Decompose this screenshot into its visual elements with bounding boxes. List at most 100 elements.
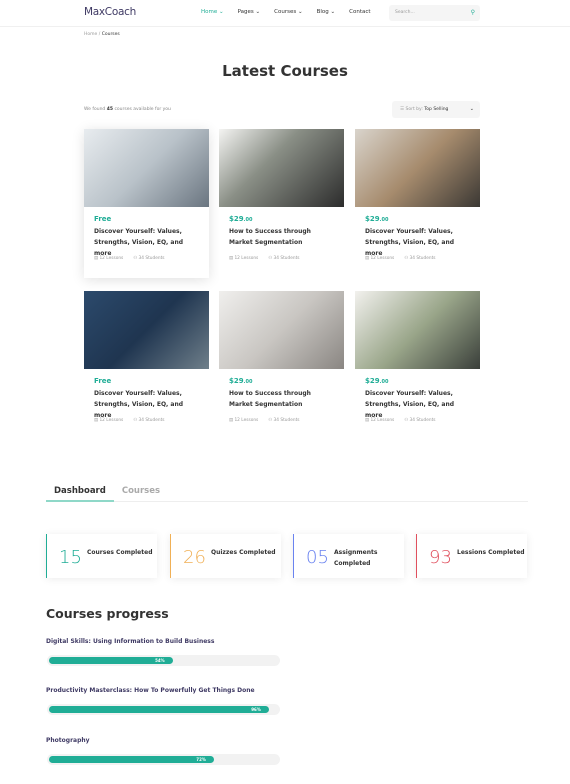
course-title[interactable]: How to Success through Market Segmentati… bbox=[229, 388, 334, 410]
students-count: 34 Students bbox=[273, 256, 300, 261]
price-main: $29 bbox=[229, 215, 244, 223]
found-post: courses available for you bbox=[114, 107, 171, 112]
nav-courses[interactable]: Courses ⌄ bbox=[274, 9, 302, 15]
progress-fill: 54% bbox=[49, 657, 173, 664]
course-image[interactable] bbox=[219, 291, 344, 369]
progress-percent: 54% bbox=[155, 658, 165, 663]
file-icon: ▤ bbox=[365, 256, 370, 261]
file-icon: ▤ bbox=[365, 418, 370, 423]
lessons-count: 12 Lessons bbox=[370, 256, 395, 261]
search-placeholder: Search... bbox=[395, 10, 415, 15]
progress-fill: 96% bbox=[49, 706, 269, 713]
course-price: Free bbox=[94, 215, 209, 223]
stat-card: 05 Assignments Completed bbox=[293, 534, 404, 578]
price-main: $29 bbox=[229, 377, 244, 385]
course-price: $29.00 bbox=[365, 215, 480, 223]
search-icon[interactable]: ⚲ bbox=[471, 9, 475, 16]
lessons: ▤ 12 Lessons bbox=[94, 256, 123, 261]
course-card[interactable]: $29.00 Discover Yourself: Values, Streng… bbox=[355, 129, 480, 278]
course-image[interactable] bbox=[355, 129, 480, 207]
sort-icon: ☰ bbox=[400, 107, 405, 112]
students-count: 34 Students bbox=[273, 418, 300, 423]
lessons: ▤ 12 Lessons bbox=[229, 418, 258, 423]
progress-percent: 72% bbox=[196, 757, 206, 762]
course-image[interactable] bbox=[355, 291, 480, 369]
user-icon: ⚇ bbox=[404, 418, 409, 423]
nav-blog[interactable]: Blog ⌄ bbox=[317, 9, 336, 15]
user-icon: ⚇ bbox=[133, 256, 138, 261]
course-title[interactable]: Discover Yourself: Values, Strengths, Vi… bbox=[94, 388, 199, 419]
lessons: ▤ 12 Lessons bbox=[94, 418, 123, 423]
lessons-count: 12 Lessons bbox=[234, 256, 259, 261]
course-image[interactable] bbox=[84, 291, 209, 369]
breadcrumb-current: Courses bbox=[101, 32, 120, 37]
price-cents: .00 bbox=[379, 217, 389, 223]
students-count: 34 Students bbox=[409, 256, 436, 261]
chevron-down-icon: ⌄ bbox=[469, 106, 474, 112]
students-count: 34 Students bbox=[138, 256, 165, 261]
stat-label: Lessions Completed bbox=[457, 549, 525, 556]
file-icon: ▤ bbox=[229, 418, 234, 423]
lessons-count: 12 Lessons bbox=[99, 256, 124, 261]
logo[interactable]: MaxCoach bbox=[84, 6, 136, 18]
lessons: ▤ 12 Lessons bbox=[365, 256, 394, 261]
user-icon: ⚇ bbox=[268, 256, 273, 261]
price-main: $29 bbox=[365, 377, 380, 385]
sort-value: Top Selling bbox=[424, 107, 449, 112]
nav-label: Blog bbox=[316, 9, 329, 15]
course-title[interactable]: Discover Yourself: Values, Strengths, Vi… bbox=[365, 388, 470, 419]
price-cents: .00 bbox=[243, 379, 253, 385]
nav-home[interactable]: Home ⌄ bbox=[201, 9, 224, 15]
stat-card: 26 Quizzes Completed bbox=[170, 534, 281, 578]
breadcrumb: Home / Courses bbox=[84, 32, 120, 37]
students: ⚇ 34 Students bbox=[133, 256, 164, 261]
nav-label: Pages bbox=[237, 9, 254, 15]
found-pre: We found bbox=[84, 107, 106, 112]
course-card[interactable]: $29.00 Discover Yourself: Values, Streng… bbox=[355, 291, 480, 440]
course-title[interactable]: How to Success through Market Segmentati… bbox=[229, 226, 334, 248]
sort-label: Sort by: bbox=[405, 107, 423, 112]
course-title[interactable]: Discover Yourself: Values, Strengths, Vi… bbox=[365, 226, 470, 257]
tab-courses[interactable]: Courses bbox=[114, 486, 168, 502]
course-title[interactable]: Discover Yourself: Values, Strengths, Vi… bbox=[94, 226, 199, 257]
progress-course-name: Digital Skills: Using Information to Bui… bbox=[46, 638, 215, 645]
lessons: ▤ 12 Lessons bbox=[229, 256, 258, 261]
lessons-count: 12 Lessons bbox=[370, 418, 395, 423]
price-cents: .00 bbox=[379, 379, 389, 385]
stat-card: 15 Courses Completed bbox=[46, 534, 157, 578]
stat-number: 93 bbox=[429, 547, 452, 568]
search-input[interactable]: Search... ⚲ bbox=[389, 5, 480, 21]
course-image[interactable] bbox=[84, 129, 209, 207]
price-cents: .00 bbox=[243, 217, 253, 223]
stat-card: 93 Lessions Completed bbox=[416, 534, 527, 578]
header: MaxCoach Home ⌄ Pages ⌄ Courses ⌄ Blog ⌄… bbox=[0, 0, 570, 27]
course-card[interactable]: $29.00 How to Success through Market Seg… bbox=[219, 291, 344, 440]
progress-bar: 96% bbox=[47, 704, 280, 715]
course-price: Free bbox=[94, 377, 209, 385]
lessons-count: 12 Lessons bbox=[99, 418, 124, 423]
course-image[interactable] bbox=[219, 129, 344, 207]
results-count: We found 45 courses available for you bbox=[84, 107, 171, 112]
stat-number: 05 bbox=[306, 547, 329, 568]
nav-contact[interactable]: Contact bbox=[349, 9, 370, 15]
tab-dashboard[interactable]: Dashboard bbox=[46, 486, 114, 502]
price-main: $29 bbox=[365, 215, 380, 223]
stat-number: 26 bbox=[183, 547, 206, 568]
breadcrumb-home[interactable]: Home bbox=[84, 32, 97, 37]
course-card[interactable]: Free Discover Yourself: Values, Strength… bbox=[84, 291, 209, 440]
students: ⚇ 34 Students bbox=[404, 256, 435, 261]
file-icon: ▤ bbox=[94, 256, 99, 261]
course-price: $29.00 bbox=[365, 377, 480, 385]
nav-label: Home bbox=[201, 9, 218, 15]
students-count: 34 Students bbox=[409, 418, 436, 423]
progress-bar: 72% bbox=[47, 754, 280, 765]
file-icon: ▤ bbox=[94, 418, 99, 423]
nav-pages[interactable]: Pages ⌄ bbox=[238, 9, 261, 15]
progress-percent: 96% bbox=[251, 707, 261, 712]
stat-label: Quizzes Completed bbox=[211, 549, 276, 556]
course-card[interactable]: $29.00 How to Success through Market Seg… bbox=[219, 129, 344, 278]
sort-select[interactable]: ☰ Sort by: Top Selling ⌄ bbox=[392, 101, 480, 118]
course-card[interactable]: Free Discover Yourself: Values, Strength… bbox=[84, 129, 209, 278]
stat-number: 15 bbox=[59, 547, 82, 568]
progress-title: Courses progress bbox=[46, 606, 169, 621]
